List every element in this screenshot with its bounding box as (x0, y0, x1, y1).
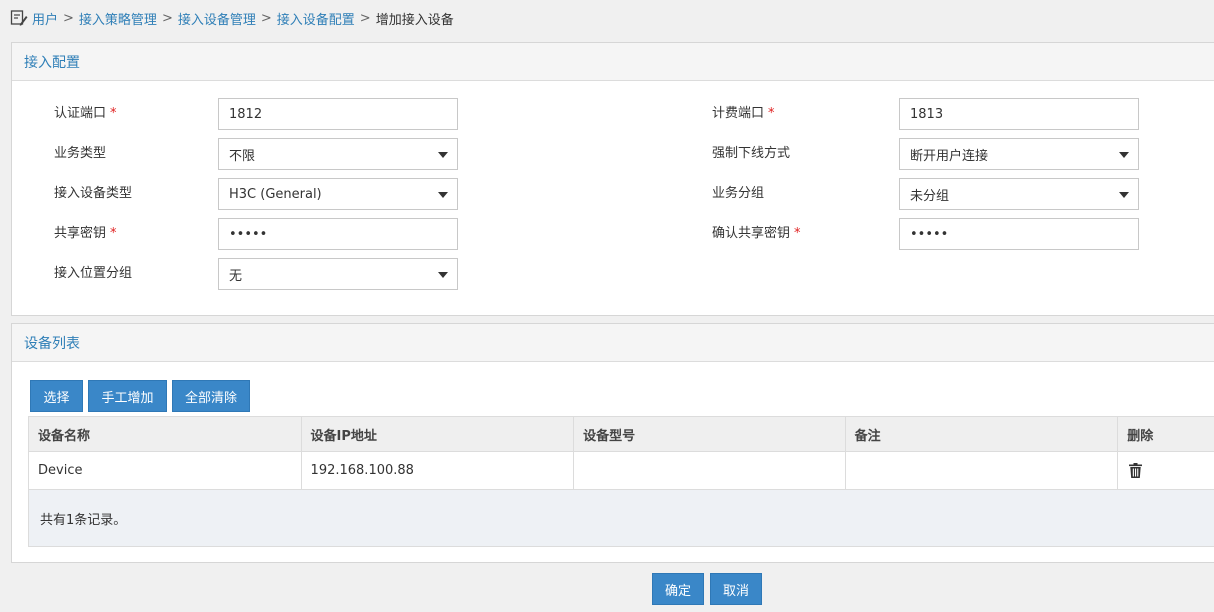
note-cell (846, 452, 1119, 489)
table-row: Device 192.168.100.88 (28, 452, 1214, 490)
location-group-label: 接入位置分组 (54, 266, 133, 281)
shared-key-label-text: 共享密钥 (54, 226, 107, 241)
device-type-select[interactable]: H3C (General) (218, 178, 458, 210)
breadcrumb-link-access-policy[interactable]: 接入策略管理 (79, 9, 157, 28)
service-group-label: 业务分组 (712, 186, 765, 201)
confirm-key-masked-value: ••••• (910, 226, 949, 242)
column-header-device-ip[interactable]: 设备IP地址 (302, 417, 575, 451)
shared-key-masked-value: ••••• (229, 226, 268, 242)
service-group-select[interactable]: 未分组 (899, 178, 1139, 210)
access-config-panel: 接入配置 认证端口* 计费端口* 业务类型 不限 强制下线方式 断开用户连接 接… (11, 42, 1214, 316)
force-offline-value: 断开用户连接 (910, 148, 989, 164)
column-header-device-name[interactable]: 设备名称 (29, 417, 302, 451)
panel-title: 设备列表 (12, 324, 1214, 362)
cancel-button[interactable]: 取消 (710, 573, 762, 605)
shared-key-input[interactable]: ••••• (218, 218, 458, 250)
confirm-key-input[interactable]: ••••• (899, 218, 1139, 250)
dropdown-arrow-icon (1119, 192, 1129, 198)
auth-port-label-text: 认证端口 (54, 106, 107, 121)
breadcrumb-separator: > (161, 10, 173, 26)
acct-port-input[interactable] (899, 98, 1139, 130)
ok-button[interactable]: 确定 (652, 573, 704, 605)
breadcrumb-separator: > (63, 10, 74, 26)
breadcrumb-link-access-device-config[interactable]: 接入设备配置 (277, 9, 355, 28)
clear-all-button[interactable]: 全部清除 (172, 380, 250, 412)
required-mark: * (794, 226, 801, 241)
column-header-delete: 删除 (1127, 428, 1154, 444)
trash-icon[interactable] (1129, 463, 1143, 478)
column-header-device-model[interactable]: 设备型号 (574, 417, 846, 451)
device-ip-cell: 192.168.100.88 (302, 452, 575, 489)
shared-key-label: 共享密钥 * (54, 218, 117, 250)
service-type-select[interactable]: 不限 (218, 138, 458, 170)
breadcrumb-separator: > (359, 10, 371, 26)
required-mark: * (110, 226, 117, 241)
confirm-key-label: 确认共享密钥 * (712, 218, 801, 250)
device-table: 设备名称 设备IP地址 设备型号 备注 删除 Device 192.168.10… (28, 416, 1214, 547)
device-name-cell: Device (29, 452, 302, 489)
acct-port-label: 计费端口 * (712, 98, 775, 130)
delete-cell (1118, 452, 1214, 489)
device-model-cell (574, 452, 846, 489)
breadcrumb-separator: > (260, 10, 272, 26)
device-list-panel: 设备列表 选择 手工增加 全部清除 设备名称 设备IP地址 设备型号 备注 删除… (11, 323, 1214, 563)
location-group-value: 无 (229, 268, 243, 284)
device-type-value: H3C (General) (229, 186, 322, 202)
service-type-value: 不限 (229, 148, 256, 164)
dropdown-arrow-icon (438, 192, 448, 198)
dropdown-arrow-icon (438, 152, 448, 158)
breadcrumb-current: 增加接入设备 (375, 12, 454, 28)
breadcrumb-link-access-device-mgmt[interactable]: 接入设备管理 (178, 9, 256, 28)
column-header-note[interactable]: 备注 (846, 417, 1119, 451)
service-type-label: 业务类型 (54, 146, 107, 161)
device-type-label: 接入设备类型 (54, 186, 133, 201)
dropdown-arrow-icon (438, 272, 448, 278)
service-group-value: 未分组 (910, 188, 950, 204)
auth-port-input[interactable] (218, 98, 458, 130)
force-offline-label: 强制下线方式 (712, 146, 791, 161)
breadcrumb-link-user[interactable]: 用户 (32, 9, 58, 28)
breadcrumb: 用户 > 接入策略管理 > 接入设备管理 > 接入设备配置 > 增加接入设备 (10, 8, 454, 28)
dropdown-arrow-icon (1119, 152, 1129, 158)
manual-add-button[interactable]: 手工增加 (88, 380, 167, 412)
required-mark: * (768, 106, 775, 121)
confirm-key-label-text: 确认共享密钥 (712, 226, 791, 241)
panel-title: 接入配置 (12, 43, 1214, 81)
location-group-select[interactable]: 无 (218, 258, 458, 290)
table-header: 设备名称 设备IP地址 设备型号 备注 删除 (28, 416, 1214, 452)
required-mark: * (110, 106, 117, 121)
acct-port-label-text: 计费端口 (712, 106, 765, 121)
auth-port-label: 认证端口 * (54, 98, 117, 130)
force-offline-select[interactable]: 断开用户连接 (899, 138, 1139, 170)
table-footer: 共有1条记录。 (28, 490, 1214, 547)
edit-document-icon (10, 10, 28, 26)
select-button[interactable]: 选择 (30, 380, 83, 412)
